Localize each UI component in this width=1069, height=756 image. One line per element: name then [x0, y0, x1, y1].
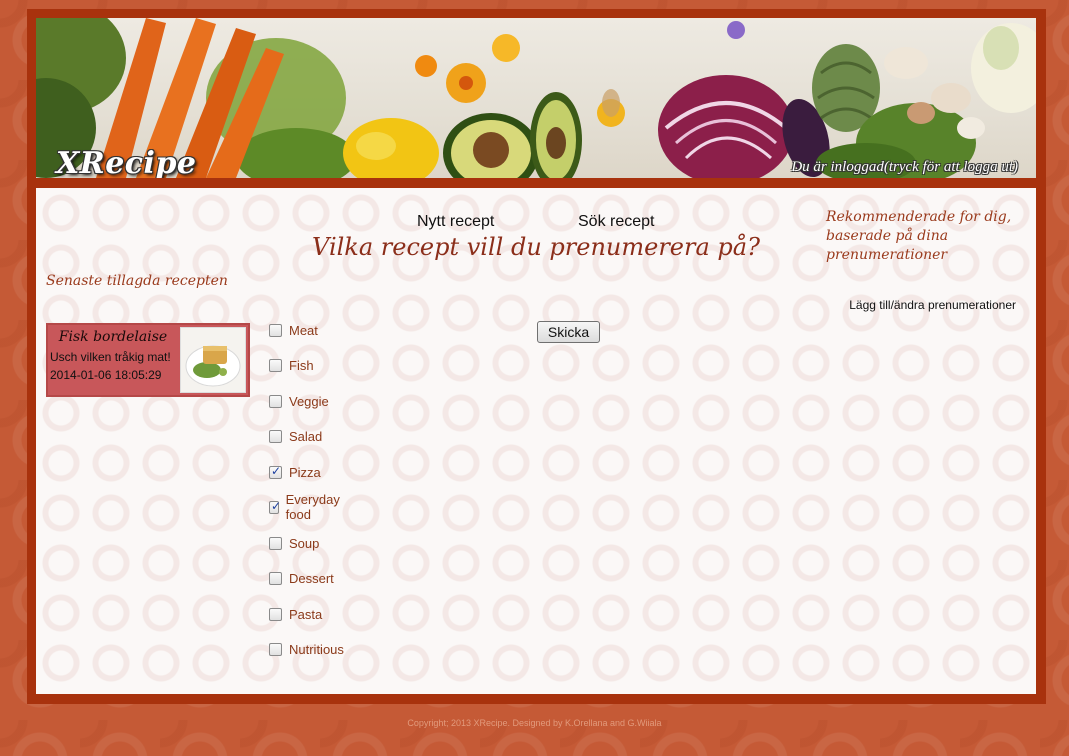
category-item-pasta[interactable]: Pasta — [269, 604, 322, 624]
category-label: Salad — [289, 428, 323, 444]
category-item-pizza[interactable]: Pizza — [269, 462, 321, 482]
category-label: Soup — [289, 535, 320, 551]
checkbox-checked[interactable] — [269, 499, 281, 514]
category-item-everyday-food[interactable]: Everyday food — [269, 492, 343, 522]
recipe-card[interactable]: Fisk bordelaise Usch vilken tråkig mat! … — [46, 323, 250, 397]
category-item-veggie[interactable]: Veggie — [269, 391, 329, 411]
category-item-dessert[interactable]: Dessert — [269, 568, 334, 588]
category-item-nutritious[interactable]: Nutritious — [269, 639, 344, 659]
recipe-thumbnail — [180, 327, 246, 393]
checkbox[interactable] — [269, 394, 282, 408]
checkbox[interactable] — [269, 323, 282, 337]
category-item-salad[interactable]: Salad — [269, 426, 322, 446]
header-banner: XRecipe Du är inloggad(tryck för att log… — [36, 18, 1036, 178]
recipe-description: Usch vilken tråkig mat! — [50, 350, 171, 364]
nav-new-recipe[interactable]: Nytt recept — [417, 213, 494, 231]
main-content: Nytt recept Sök recept Vilka recept vill… — [36, 188, 1036, 694]
checkbox[interactable] — [269, 536, 282, 550]
category-label: Everyday food — [285, 492, 340, 522]
checkbox[interactable] — [269, 571, 282, 585]
category-label: Fish — [289, 357, 314, 373]
category-label: Dessert — [289, 570, 334, 586]
footer-copyright: Copyright; 2013 XRecipe. Designed by K.O… — [407, 718, 662, 728]
nav-search-recipe[interactable]: Sök recept — [578, 213, 654, 231]
submit-button[interactable]: Skicka — [537, 321, 600, 343]
category-label: Nutritious — [289, 641, 344, 657]
brand-logo: XRecipe — [56, 146, 197, 178]
checkbox-checked[interactable] — [269, 464, 282, 479]
checkbox[interactable] — [269, 358, 282, 372]
category-label: Meat — [289, 322, 318, 338]
recipe-name: Fisk bordelaise — [58, 329, 168, 345]
latest-recipes-heading: Senaste tillagda recepten — [46, 273, 228, 289]
category-item-soup[interactable]: Soup — [269, 533, 319, 553]
edit-subscriptions-link[interactable]: Lägg till/ändra prenumerationer — [849, 298, 1016, 312]
category-item-meat[interactable]: Meat — [269, 320, 318, 340]
checkbox[interactable] — [269, 429, 282, 443]
category-label: Veggie — [289, 393, 329, 409]
checkbox[interactable] — [269, 607, 282, 621]
checkbox[interactable] — [269, 642, 282, 656]
recipe-date: 2014-01-06 18:05:29 — [50, 368, 162, 382]
category-item-fish[interactable]: Fish — [269, 355, 314, 375]
category-label: Pizza — [289, 464, 321, 480]
category-label: Pasta — [289, 606, 323, 622]
recommended-heading: Rekommenderade for dig, baserade på dina… — [826, 209, 1012, 263]
logout-link[interactable]: Du är inloggad(tryck för att logga ut) — [791, 159, 1018, 176]
